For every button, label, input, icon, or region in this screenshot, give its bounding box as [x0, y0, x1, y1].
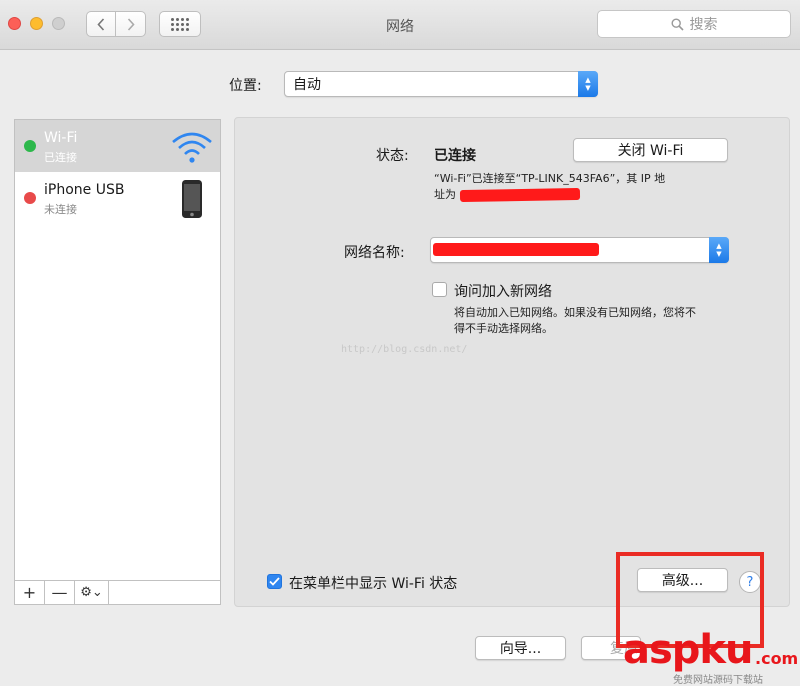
service-name: iPhone USB [44, 182, 125, 198]
assistant-button[interactable]: 向导... [475, 636, 566, 660]
turn-off-wifi-button[interactable]: 关闭 Wi-Fi [573, 138, 728, 162]
title-bar: 网络 搜索 [0, 0, 800, 50]
add-service-button[interactable]: + [15, 581, 45, 604]
ask-join-description-cont: 得不手动选择网络。 [454, 322, 553, 335]
ask-join-description: 将自动加入已知网络。如果没有已知网络，您将不 [454, 306, 696, 319]
service-list: Wi-Fi 已连接 iPhone USB 未连接 + — ⚙︎⌄ [14, 119, 221, 605]
ask-join-label: 询问加入新网络 [454, 284, 552, 300]
location-label: 位置: [229, 78, 262, 94]
watermark-url: http://blog.csdn.net/ [341, 344, 468, 355]
search-field[interactable]: 搜索 [597, 10, 791, 38]
network-name-popup[interactable]: ▲ ▼ [430, 237, 729, 263]
service-status: 未连接 [44, 203, 77, 216]
status-dot-connected [24, 140, 36, 152]
logo-text: aspku [623, 627, 754, 673]
status-dot-disconnected [24, 192, 36, 204]
service-list-toolbar: + — ⚙︎⌄ [15, 580, 220, 604]
status-description-cont: 址为 [434, 188, 456, 201]
search-icon [670, 17, 684, 31]
service-status: 已连接 [44, 151, 77, 164]
iphone-icon [182, 180, 202, 218]
logo-tld: .com [755, 649, 799, 668]
logo-subtitle: 免费网站源码下载站 [673, 675, 763, 686]
remove-service-button[interactable]: — [45, 581, 75, 604]
popup-stepper-icon: ▲ ▼ [578, 71, 598, 97]
wifi-icon [172, 132, 212, 163]
popup-stepper-icon: ▲ ▼ [709, 237, 729, 263]
gear-menu-button[interactable]: ⚙︎⌄ [75, 581, 109, 604]
search-placeholder: 搜索 [689, 17, 718, 33]
service-name: Wi-Fi [44, 130, 78, 146]
network-name-redaction-mark [433, 243, 599, 256]
location-popup[interactable]: 自动 ▲ ▼ [284, 71, 598, 97]
show-wifi-menubar-label: 在菜单栏中显示 Wi-Fi 状态 [289, 576, 458, 592]
status-label: 状态: [376, 148, 409, 164]
network-name-label: 网络名称: [344, 245, 405, 261]
status-description: “Wi-Fi”已连接至“TP-LINK_543FA6”，其 IP 地 [434, 172, 666, 185]
location-value: 自动 [293, 77, 321, 93]
show-wifi-menubar-checkbox[interactable] [267, 574, 282, 589]
checkmark-icon [269, 577, 280, 586]
status-value: 已连接 [434, 148, 476, 164]
ask-join-checkbox[interactable] [432, 282, 447, 297]
service-item-iphone-usb[interactable]: iPhone USB 未连接 [15, 172, 220, 224]
aspku-logo: aspku .com 免费网站源码下载站 [623, 627, 799, 686]
service-item-wifi[interactable]: Wi-Fi 已连接 [15, 120, 220, 172]
ip-redaction-mark [459, 187, 581, 203]
